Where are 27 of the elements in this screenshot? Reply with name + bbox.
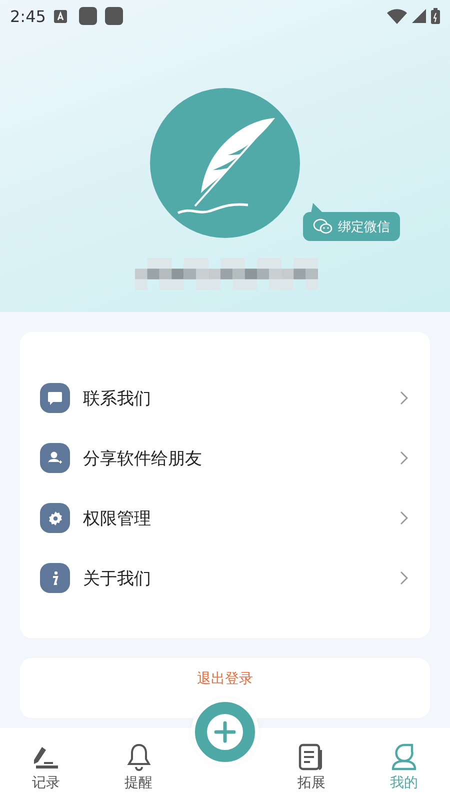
notification-icon bbox=[78, 7, 97, 25]
notification-icon bbox=[104, 7, 123, 25]
add-user-icon bbox=[47, 450, 63, 466]
signal-icon bbox=[412, 9, 426, 23]
person-icon bbox=[390, 743, 418, 771]
chevron-icon bbox=[400, 571, 408, 585]
menu-item[interactable]: 关于我们 bbox=[83, 566, 151, 590]
bell-icon bbox=[126, 743, 152, 771]
status-time: 2:45 bbox=[10, 6, 46, 26]
battery-icon bbox=[431, 8, 440, 24]
nav-tab[interactable]: 拓展 bbox=[265, 728, 358, 801]
nav-tab[interactable]: 提醒 bbox=[92, 728, 185, 801]
info-icon bbox=[51, 570, 59, 586]
chevron-icon bbox=[400, 451, 408, 465]
document-icon bbox=[298, 743, 324, 771]
menu-item[interactable]: 权限管理 bbox=[83, 506, 151, 530]
chevron-icon bbox=[400, 391, 408, 405]
message-icon bbox=[47, 390, 63, 406]
menu-item[interactable]: 分享软件给朋友 bbox=[83, 446, 202, 470]
chevron-icon bbox=[400, 511, 408, 525]
keyboard-icon bbox=[54, 10, 67, 22]
pencil-icon bbox=[32, 745, 60, 771]
nav-tab[interactable]: 记录 bbox=[0, 728, 92, 801]
settings-icon bbox=[48, 510, 62, 526]
wechat-icon bbox=[313, 218, 333, 235]
menu-item[interactable]: 联系我们 bbox=[83, 386, 151, 410]
wifi-icon bbox=[387, 8, 407, 24]
